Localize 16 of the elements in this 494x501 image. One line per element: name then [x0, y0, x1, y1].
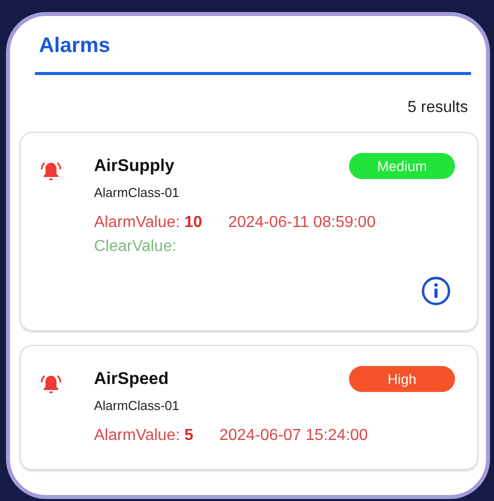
- alarm-class: AlarmClass-01: [94, 185, 180, 200]
- alarm-card[interactable]: AirSpeed High AlarmClass-01 AlarmValue: 5 2024-06-07 15:24:00: [20, 345, 478, 470]
- alarm-value: AlarmValue: 10: [94, 214, 202, 232]
- severity-badge: High: [349, 366, 455, 392]
- clear-value: ClearValue:: [94, 238, 178, 256]
- page-title: Alarms: [39, 34, 110, 57]
- alarm-name: AirSpeed: [94, 369, 169, 389]
- alarm-class: AlarmClass-01: [94, 398, 180, 413]
- alarm-card[interactable]: AirSupply Medium AlarmClass-01 AlarmValue: 10 2024-06-11 08:59:00 ClearValue:: [20, 132, 478, 331]
- severity-badge: Medium: [349, 153, 455, 179]
- alarm-time: 2024-06-11 08:59:00: [228, 214, 376, 232]
- result-count: 5 results: [408, 99, 468, 118]
- info-icon[interactable]: [421, 276, 451, 306]
- alarm-value: AlarmValue: 5: [94, 427, 194, 445]
- alarm-name: AirSupply: [94, 156, 174, 176]
- alarm-time: 2024-06-07 15:24:00: [219, 427, 368, 445]
